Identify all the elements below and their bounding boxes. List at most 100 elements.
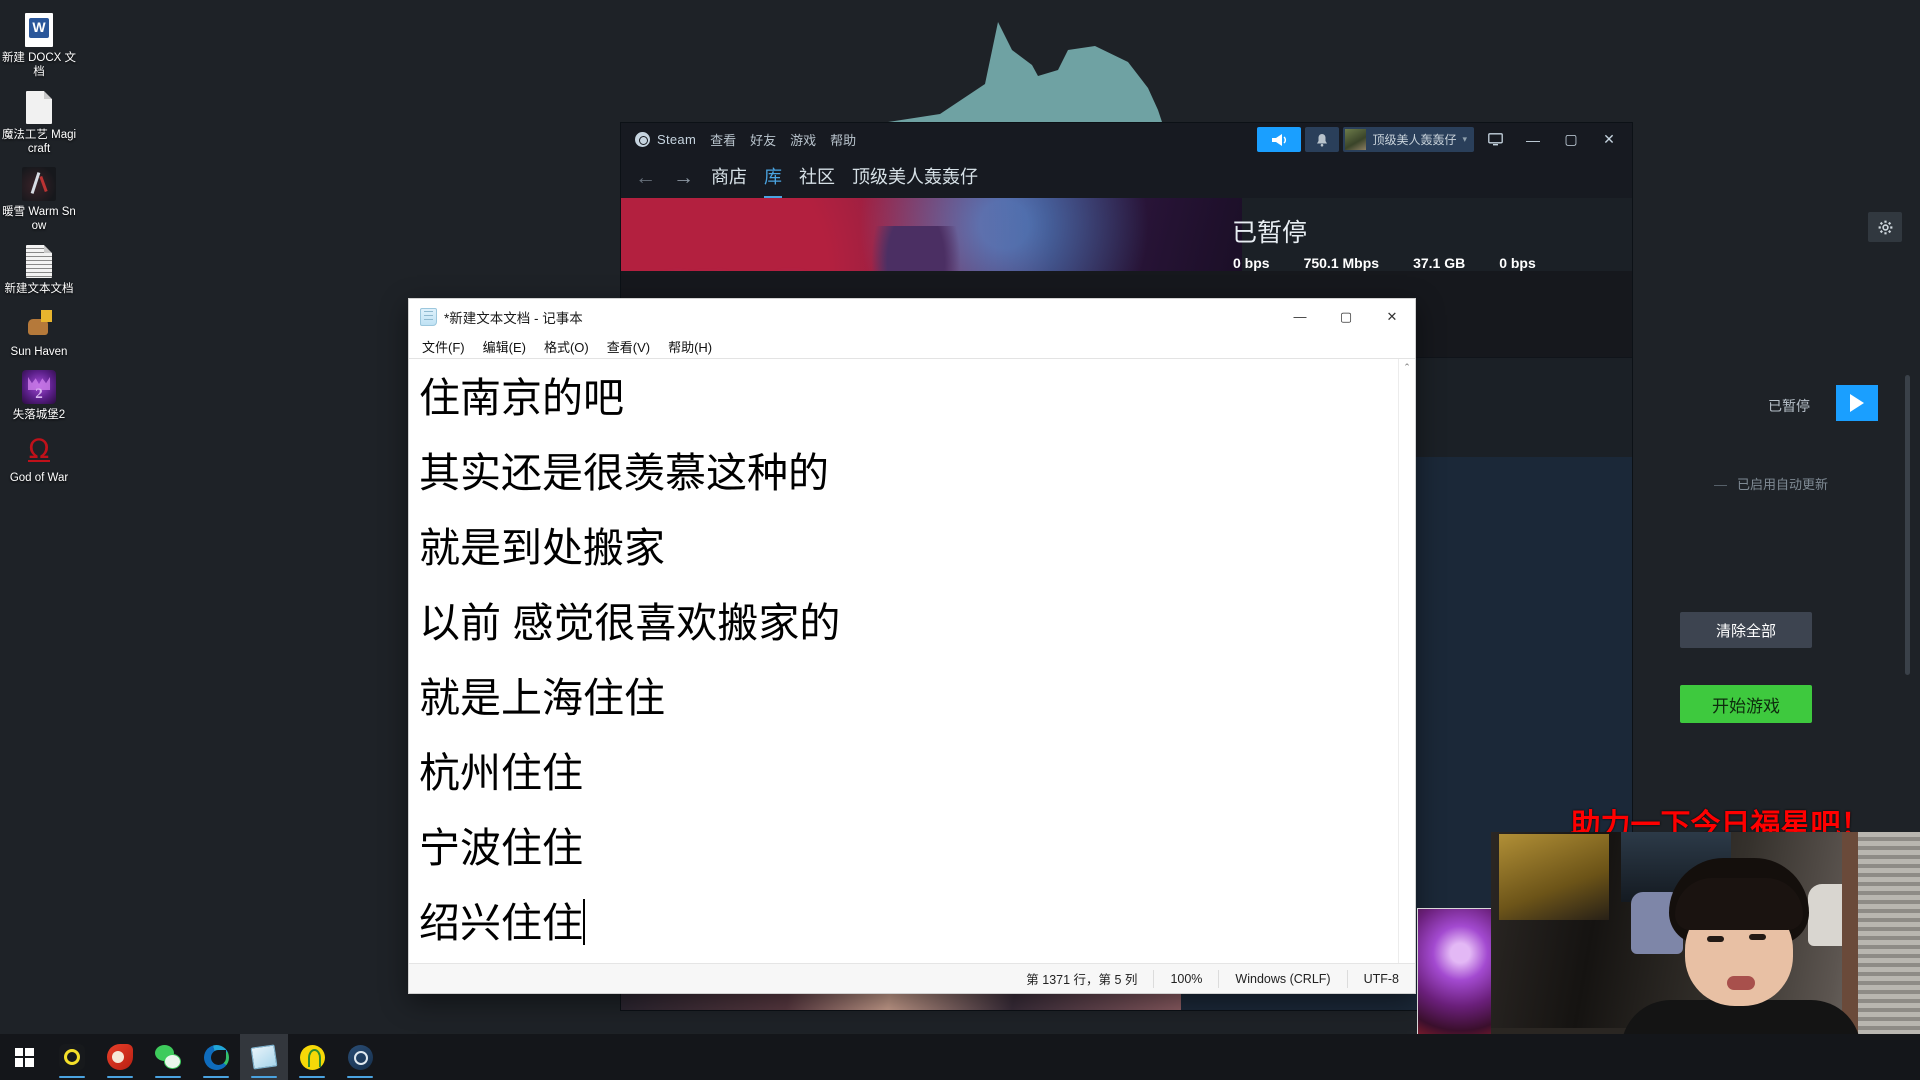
desktop-icon-sun-haven[interactable]: Sun Haven [0,302,78,359]
megaphone-icon[interactable] [1257,127,1302,152]
running-indicator [347,1075,373,1078]
notepad-menu-file[interactable]: 文件(F) [422,337,465,356]
taskbar-app-recorder[interactable] [48,1034,96,1080]
desktop-icon-god-of-war[interactable]: God of War [0,428,78,485]
notepad-line: 杭州住住 [419,750,583,796]
notepad-status-bar: 第 1371 行，第 5 列 100% Windows (CRLF) UTF-8 [409,963,1415,993]
auto-update-label: 已启用自动更新 [1736,477,1828,492]
notepad-menu-view[interactable]: 查看(V) [607,337,650,356]
desktop-icon-label: 暖雪 Warm Snow [2,206,76,232]
desktop-icon-warm-snow[interactable]: 暖雪 Warm Snow [0,162,78,233]
steam-icon [347,1044,373,1070]
notepad-menu-edit[interactable]: 编辑(E) [483,337,526,356]
steam-menu-friends[interactable]: 好友 [750,130,776,149]
steam-menu-help[interactable]: 帮助 [830,130,856,149]
steam-minimize-button[interactable]: — [1516,123,1550,156]
notepad-line: 宁波住住 [419,825,583,871]
steam-user-name: 顶级美人轰轰仔 [1372,133,1457,147]
running-indicator [155,1075,181,1078]
start-game-button[interactable]: 开始游戏 [1680,685,1812,723]
text-file-icon [21,243,57,279]
auto-update-status: — 已启用自动更新 [1714,474,1828,493]
steam-close-button[interactable]: ✕ [1592,123,1626,156]
taskbar-app-notepad[interactable] [240,1034,288,1080]
monitor-icon[interactable] [1478,123,1512,156]
steam-titlebar-actions: 顶级美人轰轰仔 ▾ — ▢ ✕ [1257,123,1626,156]
notepad-menu-format[interactable]: 格式(O) [544,337,589,356]
desktop-icon-label: Sun Haven [10,346,68,358]
steam-titlebar: Steam 查看 好友 游戏 帮助 顶级美人轰轰仔 ▾ — ▢ ✕ [621,123,1632,156]
start-button[interactable] [0,1034,48,1080]
steam-user-menu[interactable]: 顶级美人轰轰仔 ▾ [1343,127,1474,152]
shelf-trophies [1499,834,1609,920]
notepad-scrollbar[interactable]: ⌃ [1398,359,1415,963]
desktop-icon-text-document[interactable]: 新建文本文档 [0,239,78,296]
notepad-close-button[interactable]: ✕ [1369,299,1415,334]
taskbar-app-360[interactable] [96,1034,144,1080]
notepad-menu-help[interactable]: 帮助(H) [668,337,712,356]
queue-paused-label: 已暂停 [1768,398,1810,414]
notepad-titlebar[interactable]: *新建文本文档 - 记事本 — ▢ ✕ [409,299,1415,334]
notepad-text-content: 住南京的吧 其实还是很羡慕这种的 就是到处搬家 以前 感觉很喜欢搬家的 就是上海… [419,361,1395,961]
qq-music-icon [299,1044,325,1070]
notepad-title-label: *新建文本文档 - 记事本 [444,310,583,326]
sun-haven-game-icon [21,306,57,342]
play-icon [1850,394,1864,412]
taskbar-app-wechat[interactable] [144,1034,192,1080]
steam-nav-store[interactable]: 商店 [711,163,747,191]
lost-castle-game-icon [21,369,57,405]
taskbar-app-edge[interactable] [192,1034,240,1080]
steam-nav-community[interactable]: 社区 [799,163,835,191]
bell-icon[interactable] [1305,127,1340,152]
running-indicator [59,1075,85,1078]
notepad-line: 住南京的吧 [419,375,624,421]
desktop-icon-magicraft[interactable]: 魔法工艺 Magicraft [0,85,78,156]
gear-icon[interactable] [1868,212,1902,242]
notepad-line: 就是到处搬家 [419,525,665,571]
download-panel-scrollbar[interactable] [1905,375,1910,675]
notepad-line: 绍兴住住 [419,900,583,946]
steam-menu-bar: Steam 查看 好友 游戏 帮助 [657,130,856,149]
desktop-icon-lost-castle-2[interactable]: 失落城堡2 [0,365,78,422]
steam-menu-games[interactable]: 游戏 [790,130,816,149]
resume-download-button[interactable] [1836,385,1878,421]
notepad-line-with-caret: 绍兴住住 [419,886,1395,961]
steam-logo-icon [635,132,650,147]
status-cursor-position: 第 1371 行，第 5 列 [1026,973,1138,987]
clear-all-button[interactable]: 清除全部 [1680,612,1812,648]
notepad-minimize-button[interactable]: — [1277,299,1323,334]
taskbar-app-steam[interactable] [336,1034,384,1080]
desktop-icon-list: 新建 DOCX 文档 魔法工艺 Magicraft 暖雪 Warm Snow 新… [0,8,78,491]
streamer-head [1669,858,1809,1008]
taskbar [0,1034,1920,1080]
stat-value: 0 bps [1499,255,1536,271]
steam-menu-view[interactable]: 查看 [710,130,736,149]
steam-nav-library[interactable]: 库 [764,163,782,198]
chevron-down-icon: ▾ [1462,134,1467,144]
notepad-line: 以前 感觉很喜欢搬家的 [419,600,841,646]
notepad-menu-bar: 文件(F) 编辑(E) 格式(O) 查看(V) 帮助(H) [409,334,1415,358]
bird-icon [107,1044,133,1070]
notepad-window: *新建文本文档 - 记事本 — ▢ ✕ 文件(F) 编辑(E) 格式(O) 查看… [408,298,1416,994]
nav-back-button[interactable]: ← [635,167,656,188]
notepad-text-area[interactable]: 住南京的吧 其实还是很羡慕这种的 就是到处搬家 以前 感觉很喜欢搬家的 就是上海… [409,358,1415,963]
status-zoom-level: 100% [1153,969,1218,988]
notepad-maximize-button[interactable]: ▢ [1323,299,1369,334]
nav-forward-button[interactable]: → [673,167,694,188]
steam-maximize-button[interactable]: ▢ [1554,123,1588,156]
omega-icon [21,432,57,468]
desktop-icon-label: 魔法工艺 Magicraft [1,129,77,155]
notepad-icon [250,1044,278,1070]
cat-silhouette-icon [880,22,1168,125]
desktop-icon-docx-document[interactable]: 新建 DOCX 文档 [0,8,78,79]
text-caret [583,899,585,945]
status-encoding: UTF-8 [1346,969,1415,988]
steam-nav-profile[interactable]: 顶级美人轰轰仔 [852,163,978,191]
taskbar-app-qqmusic[interactable] [288,1034,336,1080]
scroll-up-arrow-icon[interactable]: ⌃ [1399,359,1415,376]
notepad-icon [420,307,437,326]
desktop-icon-label: 新建 DOCX 文档 [1,52,77,78]
steam-brand-label: Steam [657,132,697,147]
right-eye [1749,934,1766,940]
stat-value: 0 bps [1233,255,1270,271]
